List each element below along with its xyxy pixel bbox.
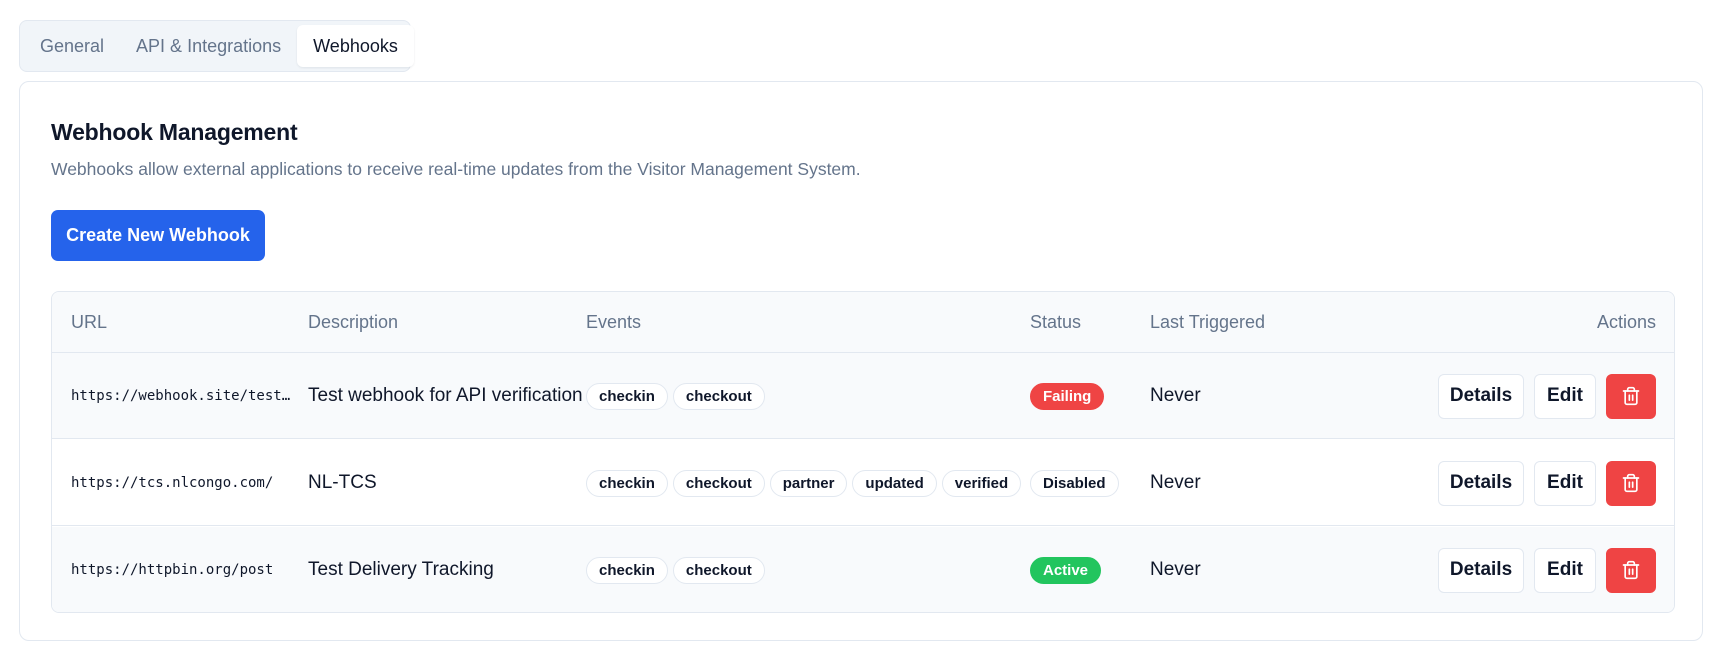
card-title: Webhook Management [51, 119, 298, 145]
table-row: https://tcs.nlcongo.com/ NL-TCS checkin … [52, 440, 1674, 526]
webhook-management-card: Webhook Management Webhooks allow extern… [19, 81, 1703, 641]
trash-icon [1622, 560, 1640, 580]
event-chip: checkin [586, 556, 668, 584]
webhook-events: checkin checkout [586, 527, 765, 612]
column-header-status: Status [1030, 312, 1082, 332]
webhooks-table: URL Description Events Status Last Trigg… [51, 291, 1675, 613]
webhook-status: Active [1030, 527, 1102, 612]
status-badge: Active [1030, 556, 1102, 584]
table-row: https://httpbin.org/post Test Delivery T… [52, 527, 1674, 612]
trash-icon [1622, 473, 1640, 493]
last-triggered: Never [1150, 472, 1201, 493]
row-actions: Details Edit [1438, 440, 1656, 526]
details-button[interactable]: Details [1438, 547, 1524, 593]
webhook-url: https://httpbin.org/post [71, 562, 274, 578]
column-header-actions: Actions [1596, 312, 1656, 332]
event-chip: checkin [586, 382, 668, 410]
last-triggered: Never [1150, 559, 1201, 580]
event-chip: updated [852, 469, 937, 497]
column-header-description: Description [308, 312, 399, 332]
webhook-description: Test Delivery Tracking [308, 559, 494, 580]
row-actions: Details Edit [1438, 353, 1656, 439]
details-button[interactable]: Details [1438, 460, 1524, 506]
event-chip: checkout [672, 382, 765, 410]
webhook-description: Test webhook for API verification [308, 385, 583, 406]
delete-button[interactable] [1606, 373, 1656, 419]
webhook-description: NL-TCS [308, 472, 377, 493]
settings-tabs: General API & Integrations Webhooks [19, 20, 414, 72]
delete-button[interactable] [1606, 547, 1656, 593]
webhook-status: Failing [1030, 353, 1105, 439]
create-webhook-button[interactable]: Create New Webhook [51, 210, 265, 261]
webhook-events: checkin checkout partner updated verifie… [586, 440, 1022, 526]
event-chip: checkin [586, 469, 668, 497]
table-row: https://webhook.site/test… Test webhook … [52, 353, 1674, 439]
event-chip: checkout [672, 556, 765, 584]
edit-button[interactable]: Edit [1534, 460, 1596, 506]
status-badge: Disabled [1030, 469, 1119, 497]
column-header-url: URL [71, 312, 108, 332]
card-description: Webhooks allow external applications to … [51, 159, 861, 179]
event-chip: partner [769, 469, 848, 497]
event-chip: verified [941, 469, 1022, 497]
row-actions: Details Edit [1438, 527, 1656, 612]
table-header: URL Description Events Status Last Trigg… [52, 292, 1674, 353]
status-badge: Failing [1030, 382, 1105, 410]
webhook-events: checkin checkout [586, 353, 765, 439]
tab-api-integrations[interactable]: API & Integrations [120, 25, 297, 67]
webhook-status: Disabled [1030, 440, 1119, 526]
tab-general[interactable]: General [24, 25, 120, 67]
column-header-events: Events [586, 312, 642, 332]
edit-button[interactable]: Edit [1534, 373, 1596, 419]
last-triggered: Never [1150, 385, 1201, 406]
tab-webhooks[interactable]: Webhooks [297, 25, 414, 67]
trash-icon [1622, 386, 1640, 406]
delete-button[interactable] [1606, 460, 1656, 506]
details-button[interactable]: Details [1438, 373, 1524, 419]
webhook-url: https://webhook.site/test… [71, 388, 291, 404]
event-chip: checkout [672, 469, 765, 497]
column-header-last-triggered: Last Triggered [1150, 312, 1266, 332]
edit-button[interactable]: Edit [1534, 547, 1596, 593]
webhook-url: https://tcs.nlcongo.com/ [71, 475, 274, 491]
